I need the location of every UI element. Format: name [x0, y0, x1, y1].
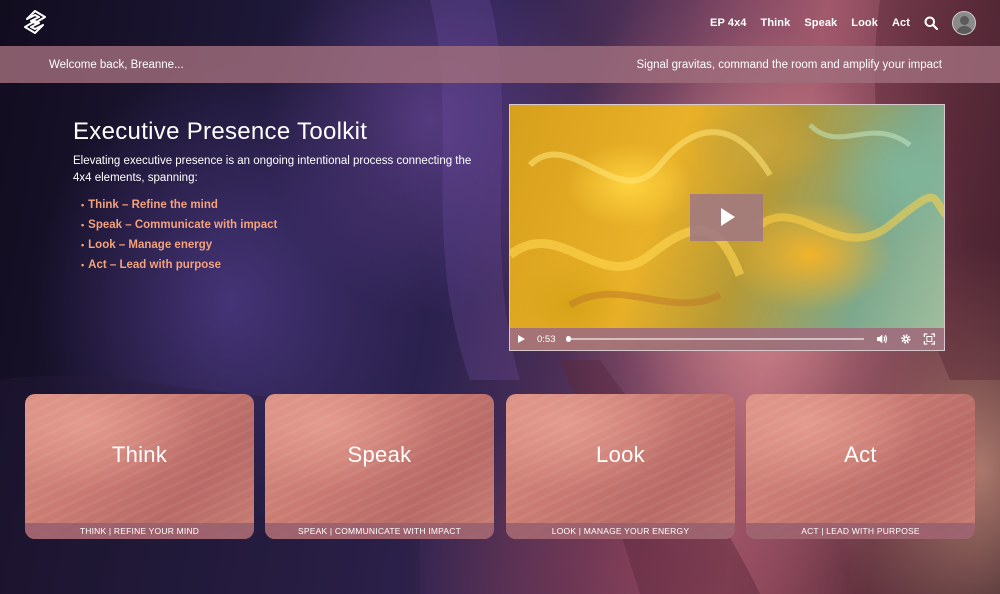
card-caption: ACT | LEAD WITH PURPOSE	[746, 523, 975, 539]
card-title: Act	[844, 442, 877, 467]
welcome-message: Welcome back, Breanne...	[49, 58, 184, 71]
intro-description: Elevating executive presence is an ongoi…	[73, 155, 472, 184]
settings-icon[interactable]	[900, 333, 912, 345]
card-title: Look	[596, 442, 645, 467]
list-item: Act – Lead with purpose	[88, 255, 483, 275]
nav-link-think[interactable]: Think	[761, 17, 791, 29]
list-item: Speak – Communicate with impact	[88, 215, 483, 235]
nav-link-act[interactable]: Act	[892, 17, 910, 29]
video-controls: 0:53	[510, 328, 944, 350]
tagline: Signal gravitas, command the room and am…	[636, 58, 942, 71]
search-icon[interactable]	[924, 16, 938, 30]
avatar[interactable]	[952, 11, 976, 35]
card-caption: LOOK | MANAGE YOUR ENERGY	[506, 523, 735, 539]
volume-icon[interactable]	[876, 333, 888, 345]
list-item: Look – Manage energy	[88, 235, 483, 255]
card-look[interactable]: Look LOOK | MANAGE YOUR ENERGY	[506, 394, 735, 539]
nav-menu: EP 4x4 Think Speak Look Act	[696, 0, 976, 46]
nav-link-ep4x4[interactable]: EP 4x4	[710, 17, 746, 29]
element-cards: Think THINK | REFINE YOUR MIND Speak SPE…	[25, 394, 975, 539]
play-icon[interactable]	[518, 335, 525, 343]
fullscreen-icon[interactable]	[923, 333, 936, 345]
card-title: Speak	[347, 442, 412, 467]
play-button[interactable]	[690, 194, 763, 241]
card-caption: SPEAK | COMMUNICATE WITH IMPACT	[265, 523, 494, 539]
progress-bar[interactable]	[565, 336, 864, 342]
card-title: Think	[111, 442, 168, 467]
page-title: Executive Presence Toolkit	[73, 118, 368, 145]
card-act[interactable]: Act ACT | LEAD WITH PURPOSE	[746, 394, 975, 539]
nav-link-speak[interactable]: Speak	[804, 17, 837, 29]
card-caption: THINK | REFINE YOUR MIND	[25, 523, 254, 539]
logo-icon[interactable]	[24, 10, 46, 34]
card-think[interactable]: Think THINK | REFINE YOUR MIND	[25, 394, 254, 539]
video-player[interactable]: 0:53	[509, 104, 945, 351]
top-navigation: EP 4x4 Think Speak Look Act	[0, 0, 1000, 46]
welcome-banner: Welcome back, Breanne... Signal gravitas…	[0, 46, 1000, 83]
intro-section: Executive Presence Toolkit Elevating exe…	[73, 118, 483, 275]
card-speak[interactable]: Speak SPEAK | COMMUNICATE WITH IMPACT	[265, 394, 494, 539]
progress-handle[interactable]	[565, 336, 571, 342]
nav-link-look[interactable]: Look	[851, 17, 878, 29]
video-time: 0:53	[537, 333, 556, 345]
list-item: Think – Refine the mind	[88, 195, 483, 215]
element-list: Think – Refine the mind Speak – Communic…	[73, 195, 483, 275]
